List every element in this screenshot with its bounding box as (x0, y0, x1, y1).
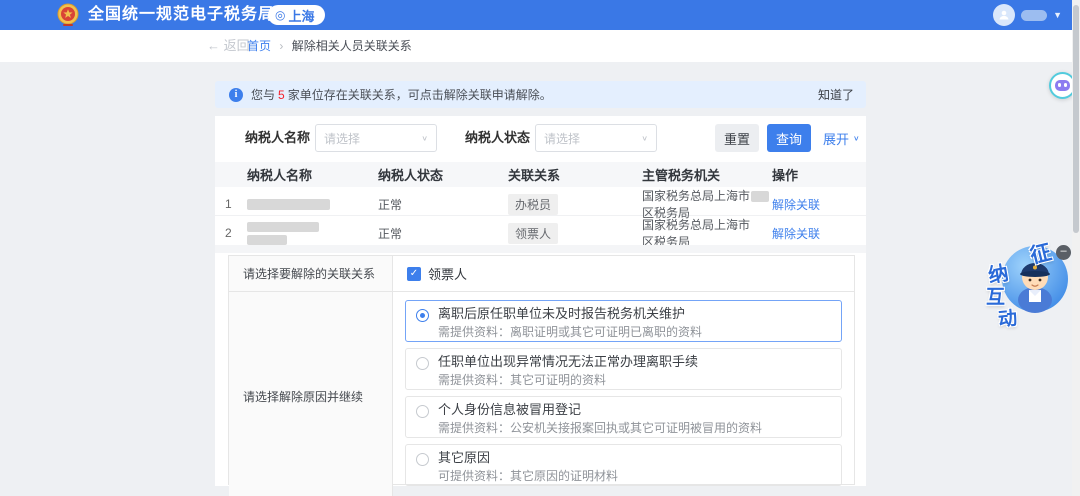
unit-count: 5 (278, 88, 285, 102)
remove-relation-link[interactable]: 解除关联 (772, 227, 820, 241)
taxpayer-status: 正常 (378, 196, 508, 213)
query-button[interactable]: 查询 (767, 124, 811, 152)
breadcrumb-home[interactable]: 首页 (247, 39, 271, 53)
reason-title: 任职单位出现异常情况无法正常办理离职手续 (438, 354, 831, 370)
reason-option-3[interactable]: 个人身份信息被冒用登记 需提供资料：公安机关接报案回执或其它可证明被冒用的资料 (405, 396, 842, 438)
breadcrumb-current: 解除相关人员关联关系 (292, 39, 412, 53)
reason-options: 离职后原任职单位未及时报告税务机关维护 需提供资料：离职证明或其它可证明已离职的… (393, 292, 854, 496)
chevron-down-icon: ∨ (421, 134, 428, 143)
col-taxpayer-name: 纳税人名称 (247, 165, 378, 184)
relation-checkbox[interactable]: ✓ (407, 267, 421, 281)
reason-desc: 可提供资料：其它原因的证明材料 (438, 468, 831, 484)
section-divider (215, 245, 866, 253)
taxpayer-name-label: 纳税人名称 (245, 124, 310, 152)
reason-option-4[interactable]: 其它原因 可提供资料：其它原因的证明材料 (405, 444, 842, 486)
reset-button[interactable]: 重置 (715, 124, 759, 152)
taxpayer-name-placeholder: 请选择 (324, 130, 360, 147)
back-button[interactable]: ← 返回 (207, 30, 250, 62)
col-taxpayer-status: 纳税人状态 (378, 165, 508, 184)
reason-desc: 需提供资料：离职证明或其它可证明已离职的资料 (438, 324, 831, 340)
alert-dismiss-button[interactable]: 知道了 (818, 86, 854, 103)
remove-relation-panel: 请选择要解除的关联关系 ✓ 领票人 请选择解除原因并继续 离职后原任职单位未及时… (228, 255, 855, 485)
scrollbar-thumb[interactable] (1073, 5, 1079, 233)
relation-badge: 领票人 (508, 223, 558, 244)
back-arrow-icon: ← (207, 38, 220, 53)
chevron-down-icon[interactable]: ▼ (1053, 10, 1062, 20)
reason-title: 离职后原任职单位未及时报告税务机关维护 (438, 306, 831, 322)
page-scrollbar (1072, 0, 1080, 496)
mascot-collapse-button[interactable]: – (1056, 245, 1071, 260)
sub-bar: ← 返回 首页 › 解除相关人员关联关系 (0, 30, 1080, 62)
taxpayer-status-label: 纳税人状态 (465, 124, 530, 152)
breadcrumb: 首页 › 解除相关人员关联关系 (247, 30, 412, 62)
taxpayer-status-placeholder: 请选择 (544, 130, 580, 147)
info-icon: i (229, 88, 243, 102)
location-selector[interactable]: ◎ 上海 (268, 5, 325, 25)
row-index: 1 (225, 197, 247, 211)
person-icon (998, 9, 1010, 21)
table-row: 1 正常 办税员 国家税务总局上海市区税务局 解除关联 (215, 187, 866, 216)
radio-icon (416, 453, 429, 466)
col-authority: 主管税务机关 (642, 165, 772, 184)
reason-title: 其它原因 (438, 450, 831, 466)
relation-checkbox-label: 领票人 (428, 264, 467, 283)
taxpayer-status-select[interactable]: 请选择 ∨ (535, 124, 657, 152)
redacted-taxpayer-name (247, 199, 330, 210)
radio-icon (416, 405, 429, 418)
location-pin-icon: ◎ (275, 9, 285, 21)
location-name: 上海 (288, 6, 314, 25)
taxpayer-status: 正常 (378, 225, 508, 242)
row-index: 2 (225, 226, 247, 240)
reason-title: 个人身份信息被冒用登记 (438, 402, 831, 418)
expand-toggle[interactable]: 展开 ∨ (823, 124, 860, 152)
redacted-taxpayer-name (247, 222, 319, 232)
filter-bar: 纳税人名称 请选择 ∨ 纳税人状态 请选择 ∨ 重置 查询 展开 ∨ (215, 124, 866, 154)
taxpayer-name-select[interactable]: 请选择 ∨ (315, 124, 437, 152)
relation-select-label: 请选择要解除的关联关系 (229, 256, 393, 292)
username-redacted[interactable] (1021, 10, 1047, 21)
back-label: 返回 (224, 38, 250, 53)
top-bar: 全国统一规范电子税务局 ◎ 上海 ▼ (0, 0, 1080, 30)
user-avatar[interactable] (993, 4, 1015, 26)
relation-notice-alert: i 您与5家单位存在关联关系，可点击解除关联申请解除。 知道了 (215, 81, 866, 108)
redacted-district (750, 220, 768, 231)
radio-selected-icon (416, 309, 429, 322)
chevron-down-icon: ∨ (641, 134, 648, 143)
reason-desc: 需提供资料：公安机关接报案回执或其它可证明被冒用的资料 (438, 420, 831, 436)
redacted-taxpayer-name (247, 235, 287, 245)
reason-option-2[interactable]: 任职单位出现异常情况无法正常办理离职手续 需提供资料：其它可证明的资料 (405, 348, 842, 390)
redacted-district (751, 191, 769, 202)
chevron-down-icon: ∨ (853, 134, 860, 143)
app-title: 全国统一规范电子税务局 (88, 0, 275, 30)
reason-option-1[interactable]: 离职后原任职单位未及时报告税务机关维护 需提供资料：离职证明或其它可证明已离职的… (405, 300, 842, 342)
relation-checkbox-row: ✓ 领票人 (393, 256, 854, 292)
table-header: 纳税人名称 纳税人状态 关联关系 主管税务机关 操作 (215, 162, 866, 187)
relation-badge: 办税员 (508, 194, 558, 215)
breadcrumb-separator-icon: › (279, 39, 283, 53)
reason-desc: 需提供资料：其它可证明的资料 (438, 372, 831, 388)
mascot-char: 动 (997, 303, 1019, 332)
reason-select-label: 请选择解除原因并继续 (229, 292, 393, 496)
robot-face-icon (1055, 80, 1070, 91)
col-relation: 关联关系 (508, 165, 642, 184)
expand-label: 展开 (823, 129, 849, 148)
national-emblem-icon (56, 3, 80, 27)
radio-icon (416, 357, 429, 370)
remove-relation-link[interactable]: 解除关联 (772, 198, 820, 212)
page: 全国统一规范电子税务局 ◎ 上海 ▼ ← 返回 首页 › 解除相关人员关联关系 (0, 0, 1080, 496)
alert-text: 您与5家单位存在关联关系，可点击解除关联申请解除。 (251, 86, 552, 103)
col-action: 操作 (772, 165, 866, 184)
content-card: 纳税人名称 请选择 ∨ 纳税人状态 请选择 ∨ 重置 查询 展开 ∨ 纳税人名称… (215, 116, 866, 486)
user-zone: ▼ (993, 0, 1062, 30)
